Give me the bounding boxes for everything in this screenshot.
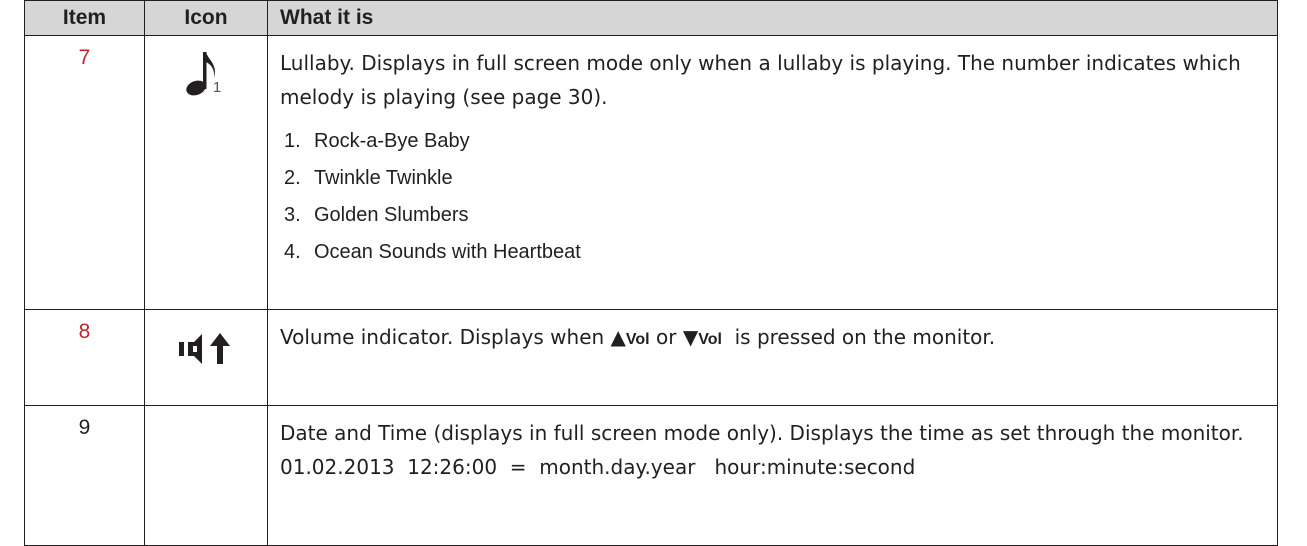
description-cell: Lullaby. Displays in full screen mode on…: [267, 35, 1278, 310]
melody-number: 1: [212, 79, 222, 96]
item-number: 7: [24, 35, 145, 310]
item-number: 9: [24, 405, 145, 546]
icon-cell: 1: [144, 35, 268, 310]
list-item: 4. Ocean Sounds with Heartbeat: [284, 241, 581, 263]
table-header-row: Item Icon What it is: [24, 0, 1278, 36]
date-time-description: Date and Time (displays in full screen m…: [280, 421, 1244, 445]
icon-reference-table: Item Icon What it is 7 1 Lullaby. Displa…: [24, 0, 1278, 546]
lullaby-description: Lullaby. Displays in full screen mode on…: [280, 51, 1241, 109]
description-cell: Date and Time (displays in full screen m…: [267, 405, 1278, 546]
vol-down-label: Vol: [698, 331, 722, 348]
table-row: 7 1 Lullaby. Displays in full screen mod…: [24, 35, 1278, 310]
date-time-example: 01.02.2013 12:26:00 = month.day.year hou…: [280, 455, 916, 479]
header-item: Item: [24, 0, 145, 36]
table-row: 9 Date and Time (displays in full screen…: [24, 405, 1278, 546]
item-number: 8: [24, 309, 145, 406]
table-row: 8 Volume indicator. Displays when ▲Vol o…: [24, 309, 1278, 406]
icon-cell: [144, 309, 268, 406]
list-item: 3. Golden Slumbers: [284, 204, 469, 226]
volume-description: Volume indicator. Displays when ▲Vol or …: [280, 325, 996, 349]
vol-up-label: Vol: [625, 331, 650, 348]
icon-cell: [144, 405, 268, 546]
up-triangle-icon: ▲: [610, 325, 626, 349]
header-what-it-is: What it is: [267, 0, 1278, 36]
volume-up-icon: [177, 330, 235, 373]
description-cell: Volume indicator. Displays when ▲Vol or …: [267, 309, 1278, 406]
list-item: 1. Rock-a-Bye Baby: [284, 130, 470, 152]
header-icon: Icon: [144, 0, 268, 36]
melody-list: 1. Rock-a-Bye Baby 2. Twinkle Twinkle 3. Go…: [280, 124, 1265, 272]
down-triangle-icon: ▼: [682, 325, 699, 349]
list-item: 2. Twinkle Twinkle: [284, 167, 453, 189]
